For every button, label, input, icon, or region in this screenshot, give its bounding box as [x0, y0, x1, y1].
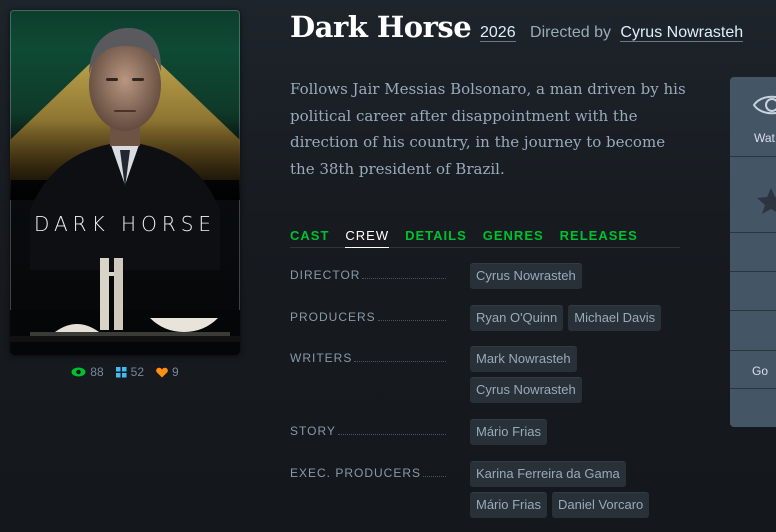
crew-names: Mário Frias — [470, 419, 690, 445]
eye-icon — [71, 367, 86, 377]
tab-cast[interactable]: CAST — [290, 226, 329, 248]
action-row[interactable] — [730, 311, 776, 351]
dotted-leader — [362, 278, 446, 279]
dotted-leader — [337, 434, 446, 435]
lists-count: 52 — [130, 365, 145, 379]
watched-stat[interactable]: 88 — [71, 365, 104, 379]
crew-name-chip[interactable]: Michael Davis — [568, 305, 662, 331]
film-poster[interactable]: DARK HORSE — [10, 10, 240, 355]
crew-names: Karina Ferreira da Gama Mário Frias Dani… — [470, 461, 690, 518]
crew-name-chip[interactable]: Mário Frias — [470, 492, 548, 518]
crew-names: Cyrus Nowrasteh — [470, 263, 690, 289]
crew-role: WRITERS — [290, 351, 446, 365]
film-tabs: CAST CREW DETAILS GENRES RELEASES — [290, 226, 680, 248]
film-title: Dark Horse — [290, 10, 472, 44]
crew-name-chip[interactable]: Mário Frias — [470, 419, 548, 445]
crew-role-label: DIRECTOR — [290, 268, 361, 282]
crew-name-chip[interactable]: Ryan O'Quinn — [470, 305, 564, 331]
crew-names: Mark Nowrasteh Cyrus Nowrasteh — [470, 346, 690, 403]
action-row[interactable] — [730, 233, 776, 272]
eye-icon — [752, 95, 776, 115]
likes-count: 9 — [172, 365, 179, 379]
crew-role-label: EXEC. PRODUCERS — [290, 466, 422, 480]
film-synopsis: Follows Jair Messias Bolsonaro, a man dr… — [290, 80, 686, 178]
likes-stat[interactable]: 9 — [156, 365, 179, 379]
crew-role-label: PRODUCERS — [290, 310, 376, 324]
crew-role: STORY — [290, 424, 446, 438]
crew-name-chip[interactable]: Karina Ferreira da Gama — [470, 461, 626, 487]
crew-role-label: WRITERS — [290, 351, 353, 365]
director-link[interactable]: Cyrus Nowrasteh — [620, 24, 744, 42]
film-stats: 88 52 9 — [10, 365, 240, 379]
rate-action[interactable] — [730, 157, 776, 233]
crew-name-chip[interactable]: Cyrus Nowrasteh — [470, 263, 582, 289]
film-meta: 2026 Directed by Cyrus Nowrasteh — [480, 24, 744, 42]
dotted-leader — [423, 476, 446, 477]
go-label: Go — [752, 364, 769, 378]
dotted-leader — [354, 361, 446, 362]
action-row[interactable] — [730, 389, 776, 427]
crew-name-chip[interactable]: Mark Nowrasteh — [470, 346, 577, 372]
directed-by-label: Directed by — [530, 24, 611, 41]
actions-panel: Wat Go — [730, 77, 776, 427]
tab-releases[interactable]: RELEASES — [560, 226, 638, 248]
star-icon — [757, 188, 776, 214]
grid-icon — [115, 366, 127, 377]
crew-role: DIRECTOR — [290, 268, 446, 282]
crew-names: Ryan O'Quinn Michael Davis — [470, 305, 690, 331]
tab-genres[interactable]: GENRES — [483, 226, 544, 248]
crew-role: EXEC. PRODUCERS — [290, 466, 446, 480]
action-row[interactable] — [730, 272, 776, 311]
crew-name-chip[interactable]: Cyrus Nowrasteh — [470, 377, 582, 403]
tab-crew[interactable]: CREW — [345, 226, 390, 248]
go-action[interactable]: Go — [730, 351, 776, 389]
dotted-leader — [377, 320, 446, 321]
crew-name-chip[interactable]: Daniel Vorcaro — [552, 492, 650, 518]
film-page: DARK HORSE 88 52 9 Dark Horse 2026 Direc… — [0, 0, 776, 532]
watch-label: Wat — [754, 131, 775, 145]
poster-artwork — [10, 28, 240, 355]
release-year-link[interactable]: 2026 — [480, 24, 516, 42]
watch-action[interactable]: Wat — [730, 77, 776, 157]
tab-details[interactable]: DETAILS — [405, 226, 467, 248]
watched-count: 88 — [90, 365, 104, 379]
lists-stat[interactable]: 52 — [115, 365, 145, 379]
crew-role: PRODUCERS — [290, 310, 446, 324]
crew-role-label: STORY — [290, 424, 336, 438]
poster-title: DARK HORSE — [33, 212, 217, 236]
heart-icon — [156, 367, 168, 377]
